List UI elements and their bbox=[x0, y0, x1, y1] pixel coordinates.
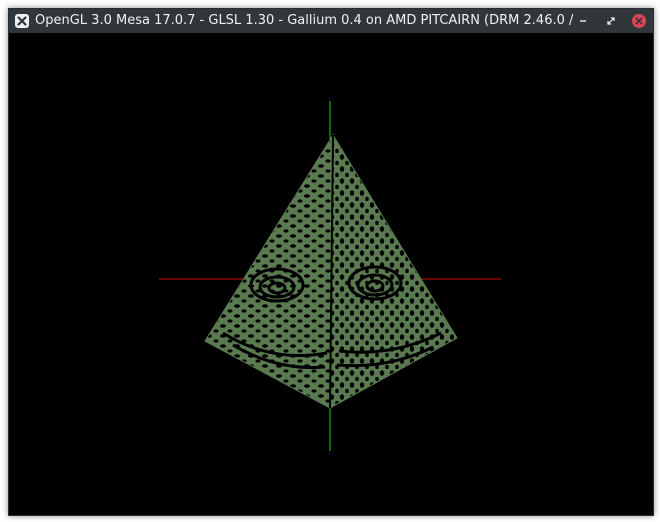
close-icon bbox=[632, 14, 646, 28]
pyramid-model bbox=[204, 133, 458, 409]
close-button[interactable] bbox=[631, 13, 647, 29]
minimize-icon bbox=[580, 20, 586, 22]
maximize-icon bbox=[607, 17, 615, 25]
minimize-button[interactable] bbox=[575, 13, 591, 29]
opengl-window: OpenGL 3.0 Mesa 17.0.7 - GLSL 1.30 - Gal… bbox=[8, 8, 654, 516]
window-title: OpenGL 3.0 Mesa 17.0.7 - GLSL 1.30 - Gal… bbox=[35, 13, 575, 28]
app-icon[interactable] bbox=[13, 12, 31, 30]
scene-render bbox=[159, 101, 501, 451]
gl-viewport[interactable] bbox=[9, 33, 653, 515]
title-bar[interactable]: OpenGL 3.0 Mesa 17.0.7 - GLSL 1.30 - Gal… bbox=[9, 9, 653, 33]
maximize-button[interactable] bbox=[603, 13, 619, 29]
